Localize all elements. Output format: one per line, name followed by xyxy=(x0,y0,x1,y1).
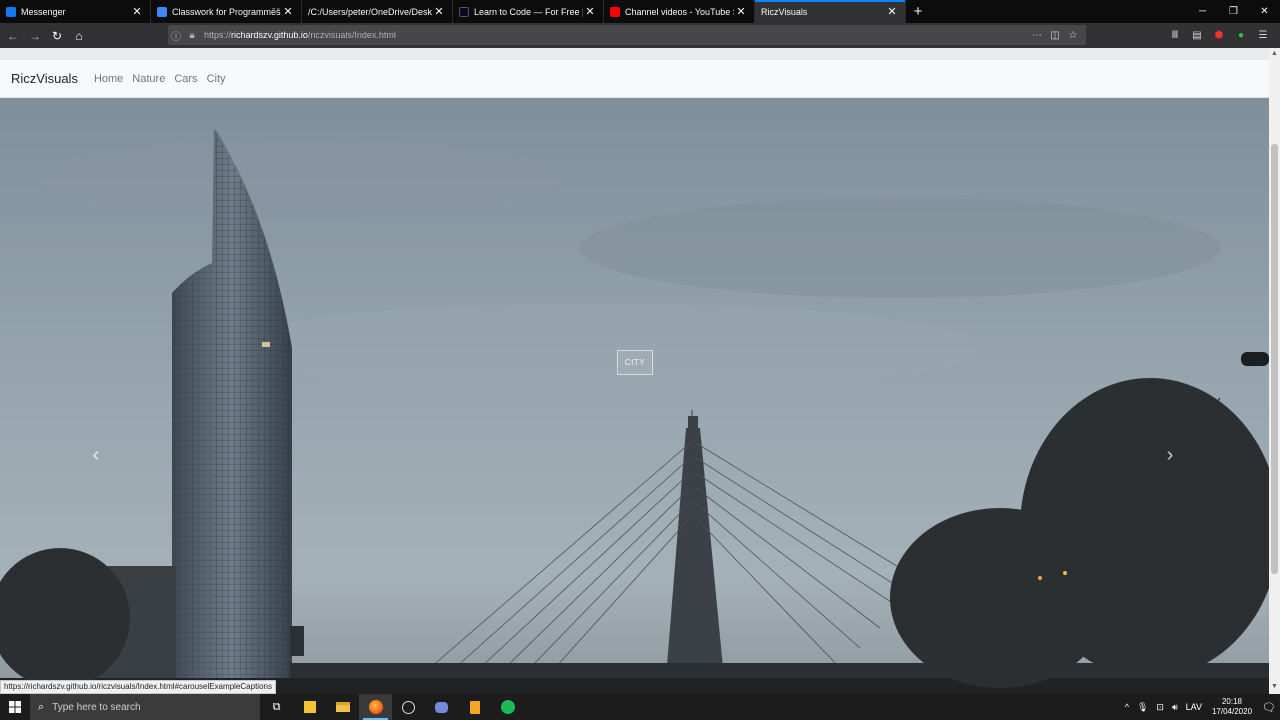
freecodecamp-favicon-icon xyxy=(459,6,469,17)
url-bar-actions: ⋯ ◫ ☆ xyxy=(1028,25,1082,45)
scrollbar-thumb[interactable] xyxy=(1271,144,1278,574)
image-carousel: CITY ‹ › xyxy=(0,98,1269,694)
windows-taskbar: ⌕ Type here to search ⧉ ^ 🎙︎ ⊡ 🔊︎ LAV 20… xyxy=(0,694,1280,720)
tab-title: Classwork for ProgrammēšanasIz… xyxy=(172,6,281,17)
system-tray: ^ 🎙︎ ⊡ 🔊︎ LAV 20:18 17/04/2020 🗨︎ xyxy=(1121,694,1280,720)
url-path: /riczvisuals/Index.html xyxy=(307,30,396,40)
nav-link-cars[interactable]: Cars xyxy=(174,73,197,85)
carousel-caption: CITY xyxy=(617,350,653,375)
clock-time: 20:18 xyxy=(1221,697,1243,706)
close-tab-icon[interactable]: ✕ xyxy=(583,5,597,18)
tab-title: /C:/Users/peter/OneDrive/Desktop/ xyxy=(308,6,432,17)
link-status-bar: https://richardszv.github.io/riczvisuals… xyxy=(0,680,276,694)
forward-arrow-icon[interactable]: → xyxy=(24,25,46,47)
tab-messenger[interactable]: Messenger ✕ xyxy=(0,0,151,23)
site-info-icon[interactable]: ⓘ xyxy=(168,28,184,43)
nav-link-home[interactable]: Home xyxy=(94,73,123,85)
volume-icon[interactable]: 🔊︎ xyxy=(1168,702,1182,713)
nav-link-nature[interactable]: Nature xyxy=(132,73,165,85)
back-arrow-icon[interactable]: ← xyxy=(2,25,24,47)
carousel-prev-icon[interactable]: ‹ xyxy=(86,444,106,466)
search-icon: ⌕ xyxy=(38,700,45,713)
new-tab-button[interactable]: + xyxy=(906,0,930,23)
close-tab-icon[interactable]: ✕ xyxy=(281,5,295,18)
url-prefix: https:// xyxy=(204,30,232,40)
close-window-icon[interactable]: ✕ xyxy=(1249,0,1280,23)
pocket-icon[interactable]: ◫ xyxy=(1046,30,1064,41)
document-app-icon[interactable] xyxy=(458,694,491,720)
scroll-down-icon[interactable]: ▼ xyxy=(1269,683,1280,694)
home-icon[interactable]: ⌂ xyxy=(68,25,90,47)
firefox-icon[interactable] xyxy=(359,694,392,720)
bookmark-star-icon[interactable]: ☆ xyxy=(1064,30,1082,41)
url-bar[interactable]: ⓘ 🔒︎ https://richardszv.github.io/riczvi… xyxy=(168,25,1086,45)
reload-icon[interactable]: ↻ xyxy=(46,25,68,47)
toolbar-extensions: Ⅲ ▤ ⬢ ● ☰ xyxy=(1164,23,1274,48)
taskbar-clock[interactable]: 20:18 17/04/2020 xyxy=(1206,697,1258,717)
scroll-up-icon[interactable]: ▲ xyxy=(1269,50,1280,61)
menu-icon[interactable]: ☰ xyxy=(1252,30,1274,41)
tab-classwork[interactable]: Classwork for ProgrammēšanasIz… ✕ xyxy=(151,0,302,23)
microphone-icon[interactable]: 🎙︎ xyxy=(1133,702,1152,713)
task-view-icon[interactable]: ⧉ xyxy=(260,694,293,720)
tab-local-file[interactable]: /C:/Users/peter/OneDrive/Desktop/ ✕ xyxy=(302,0,453,23)
clock-date: 17/04/2020 xyxy=(1211,707,1253,716)
search-placeholder: Type here to search xyxy=(52,701,141,713)
adblock-icon[interactable]: ⬢ xyxy=(1208,30,1230,41)
file-explorer-sticky-icon[interactable] xyxy=(293,694,326,720)
messenger-favicon-icon xyxy=(6,6,16,17)
classroom-favicon-icon xyxy=(157,6,167,17)
file-explorer-icon[interactable] xyxy=(326,694,359,720)
tab-title: RiczVisuals xyxy=(761,6,808,17)
tab-title: Channel videos - YouTube Stud… xyxy=(625,6,734,17)
minimize-icon[interactable]: ─ xyxy=(1187,0,1218,23)
discord-icon[interactable] xyxy=(425,694,458,720)
show-hidden-icons-icon[interactable]: ^ xyxy=(1121,702,1133,712)
page-scrollbar[interactable]: ▲ ▼ xyxy=(1269,48,1280,694)
restore-icon[interactable]: ❐ xyxy=(1218,0,1249,23)
close-tab-icon[interactable]: ✕ xyxy=(432,5,446,18)
tab-title: Messenger xyxy=(21,6,66,17)
windows-start-icon[interactable] xyxy=(0,694,30,720)
obs-icon[interactable] xyxy=(392,694,425,720)
url-host: richardszv.github.io xyxy=(231,30,308,40)
site-brand[interactable]: RiczVisuals xyxy=(11,71,78,86)
site-navbar: RiczVisuals Home Nature Cars City xyxy=(0,60,1269,98)
spotify-icon[interactable] xyxy=(491,694,524,720)
taskbar-search-box[interactable]: ⌕ Type here to search xyxy=(30,694,260,720)
tab-riczvisuals[interactable]: RiczVisuals ✕ xyxy=(755,0,906,23)
sidebar-icon[interactable]: ▤ xyxy=(1186,30,1208,41)
close-tab-icon[interactable]: ✕ xyxy=(885,5,899,18)
extension-check-icon[interactable]: ● xyxy=(1230,30,1252,41)
top-strip xyxy=(0,48,1269,60)
close-tab-icon[interactable]: ✕ xyxy=(130,5,144,18)
lock-icon: 🔒︎ xyxy=(189,29,195,41)
url-text[interactable]: https://richardszv.github.io/riczvisuals… xyxy=(204,30,396,40)
window-controls: ─ ❐ ✕ xyxy=(1187,0,1280,23)
city-skyline-photo xyxy=(0,98,1269,694)
tab-freecodecamp[interactable]: Learn to Code — For Free | Code ✕ xyxy=(453,0,604,23)
tab-youtube-studio[interactable]: Channel videos - YouTube Stud… ✕ xyxy=(604,0,755,23)
action-center-icon[interactable]: 🗨︎ xyxy=(1258,701,1280,714)
library-icon[interactable]: Ⅲ xyxy=(1164,30,1186,41)
page-actions-icon[interactable]: ⋯ xyxy=(1028,30,1046,41)
network-icon[interactable]: ⊡ xyxy=(1152,702,1168,713)
browser-tab-strip: Messenger ✕ Classwork for Programmēšanas… xyxy=(0,0,1280,23)
page-viewport: RiczVisuals Home Nature Cars City CITY ‹… xyxy=(0,48,1280,694)
close-tab-icon[interactable]: ✕ xyxy=(734,5,748,18)
carousel-next-icon[interactable]: › xyxy=(1160,444,1180,466)
browser-nav-bar: ← → ↻ ⌂ ⓘ 🔒︎ https://richardszv.github.i… xyxy=(0,23,1280,48)
youtube-favicon-icon xyxy=(610,6,620,17)
nav-link-city[interactable]: City xyxy=(207,73,226,85)
language-indicator[interactable]: LAV xyxy=(1182,702,1206,712)
tab-title: Learn to Code — For Free | Code xyxy=(474,6,583,17)
